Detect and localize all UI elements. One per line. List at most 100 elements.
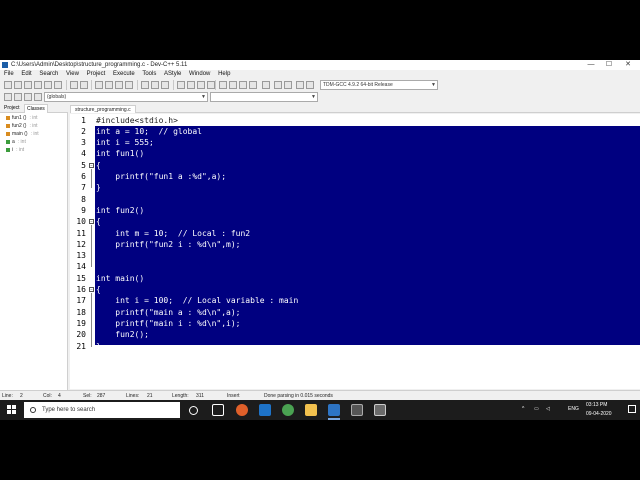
code-line: } (96, 341, 101, 351)
redo-icon[interactable] (80, 81, 88, 89)
tree-item-i[interactable]: i: int (6, 147, 24, 154)
save-all-icon[interactable] (34, 81, 42, 89)
menu-astyle[interactable]: AStyle (164, 70, 181, 79)
tree-item-fun1[interactable]: fun1 (): int (6, 115, 38, 122)
find-next-icon[interactable] (115, 81, 123, 89)
menu-view[interactable]: View (66, 70, 79, 79)
code-line: } (96, 183, 101, 193)
save-icon[interactable] (24, 81, 32, 89)
check-syntax-icon[interactable] (239, 81, 247, 89)
compile-icon[interactable] (177, 81, 185, 89)
function-icon (6, 115, 10, 120)
tree-item-type: : int (29, 115, 38, 121)
line-number: 18 (76, 307, 86, 317)
undo-icon[interactable] (70, 81, 78, 89)
find-icon[interactable] (95, 81, 103, 89)
options-icon[interactable] (296, 81, 304, 89)
code-line: int i = 555; (96, 138, 154, 148)
add-file-icon[interactable] (151, 81, 159, 89)
compiler-select[interactable]: TDM-GCC 4.9.2 64-bit Release ▼ (320, 80, 438, 90)
line-number: 9 (81, 205, 86, 215)
task-view-icon[interactable] (212, 404, 224, 416)
close-button[interactable]: ✕ (621, 60, 635, 70)
compile-run-icon[interactable] (197, 81, 205, 89)
member-select[interactable]: ▼ (210, 92, 318, 102)
fold-toggle-icon[interactable]: − (89, 162, 94, 168)
print-icon[interactable] (54, 81, 62, 89)
new-file-icon[interactable] (4, 81, 12, 89)
fold-toggle-icon[interactable]: − (89, 219, 94, 225)
toggle-comment-icon[interactable] (24, 93, 32, 101)
tree-item-fun2[interactable]: fun2 (): int (6, 123, 38, 130)
taskbar-search-input[interactable]: Type here to search (24, 402, 180, 418)
tick-icon[interactable] (262, 81, 270, 89)
unindent-icon[interactable] (14, 93, 22, 101)
edge-icon[interactable] (259, 404, 271, 416)
app-window-icon[interactable] (374, 404, 386, 416)
clock-time[interactable]: 03:13 PM (586, 402, 607, 408)
firefox-icon[interactable] (236, 404, 248, 416)
layout-icon[interactable] (306, 81, 314, 89)
notification-icon[interactable] (628, 405, 636, 413)
bookmark-icon[interactable] (34, 93, 42, 101)
line-number: 6 (81, 172, 86, 181)
maximize-button[interactable]: ☐ (602, 60, 616, 70)
menu-window[interactable]: Window (189, 70, 210, 79)
rebuild-icon[interactable] (207, 81, 215, 89)
remove-file-icon[interactable] (161, 81, 169, 89)
devcpp-taskbar-icon[interactable] (328, 404, 340, 420)
chrome-icon[interactable] (282, 404, 294, 416)
code-line: printf("main i : %d\n",i); (96, 318, 241, 328)
menu-project[interactable]: Project (87, 70, 106, 79)
cortana-icon[interactable] (189, 406, 198, 415)
window-title: C:\Users\Admin\Desktop\structure_program… (11, 62, 188, 68)
info-icon[interactable] (284, 81, 292, 89)
title-bar: C:\Users\Admin\Desktop\structure_program… (0, 60, 640, 70)
menu-tools[interactable]: Tools (142, 70, 156, 79)
tree-item-label: fun1 () (12, 115, 27, 121)
indent-icon[interactable] (4, 93, 12, 101)
menu-search[interactable]: Search (39, 70, 58, 79)
tree-item-a[interactable]: a: int (6, 139, 26, 146)
network-icon[interactable]: ▭ (534, 406, 539, 412)
windows-start-icon[interactable] (7, 405, 17, 415)
scope-select[interactable]: (globals) ▼ (44, 92, 208, 102)
tray-chevron-icon[interactable]: ^ (522, 406, 524, 412)
clock-date[interactable]: 09-04-2020 (586, 411, 612, 417)
run-icon[interactable] (187, 81, 195, 89)
debug-icon[interactable] (219, 81, 227, 89)
compiler-select-value: TDM-GCC 4.9.2 64-bit Release (323, 82, 393, 88)
tab-project[interactable]: Project (2, 104, 22, 113)
line-number: 11 (76, 228, 86, 238)
fold-toggle-icon[interactable]: − (89, 287, 94, 292)
line-number: 15 (76, 273, 86, 283)
replace-icon[interactable] (105, 81, 113, 89)
profile-icon[interactable] (229, 81, 237, 89)
windows-taskbar: Type here to search ^ ▭ ◁ ENG 03:13 PM 0… (0, 400, 640, 420)
code-line: { (96, 217, 101, 227)
screen-recorder-icon[interactable] (351, 404, 363, 416)
new-project-icon[interactable] (141, 81, 149, 89)
menu-help[interactable]: Help (218, 70, 230, 79)
code-editor[interactable]: 1 2 3 4 5 6 7 8 9 10 11 12 13 14 15 16 17 18 19 20 21 #inclu… (70, 114, 640, 389)
tree-item-main[interactable]: main (): int (6, 131, 39, 138)
fold-guide (91, 293, 92, 347)
chevron-down-icon: ▼ (311, 94, 316, 100)
menu-edit[interactable]: Edit (21, 70, 31, 79)
menu-file[interactable]: File (4, 70, 14, 79)
tab-classes[interactable]: Classes (24, 104, 48, 113)
stop-icon[interactable] (249, 81, 257, 89)
file-explorer-icon[interactable] (305, 404, 317, 416)
goto-line-icon[interactable] (125, 81, 133, 89)
minimize-button[interactable]: — (584, 60, 598, 70)
open-file-icon[interactable] (14, 81, 22, 89)
code-line: int m = 10; // Local : fun2 (96, 228, 251, 238)
file-tab[interactable]: structure_programming.c (70, 105, 136, 113)
volume-icon[interactable]: ◁ (546, 406, 550, 412)
code-line: int fun2() (96, 205, 145, 215)
menu-execute[interactable]: Execute (113, 70, 135, 79)
close-file-icon[interactable] (44, 81, 52, 89)
grid-icon[interactable] (274, 81, 282, 89)
language-indicator[interactable]: ENG (568, 406, 579, 412)
system-tray: ^ ▭ ◁ ENG 03:13 PM 09-04-2020 (520, 400, 640, 420)
